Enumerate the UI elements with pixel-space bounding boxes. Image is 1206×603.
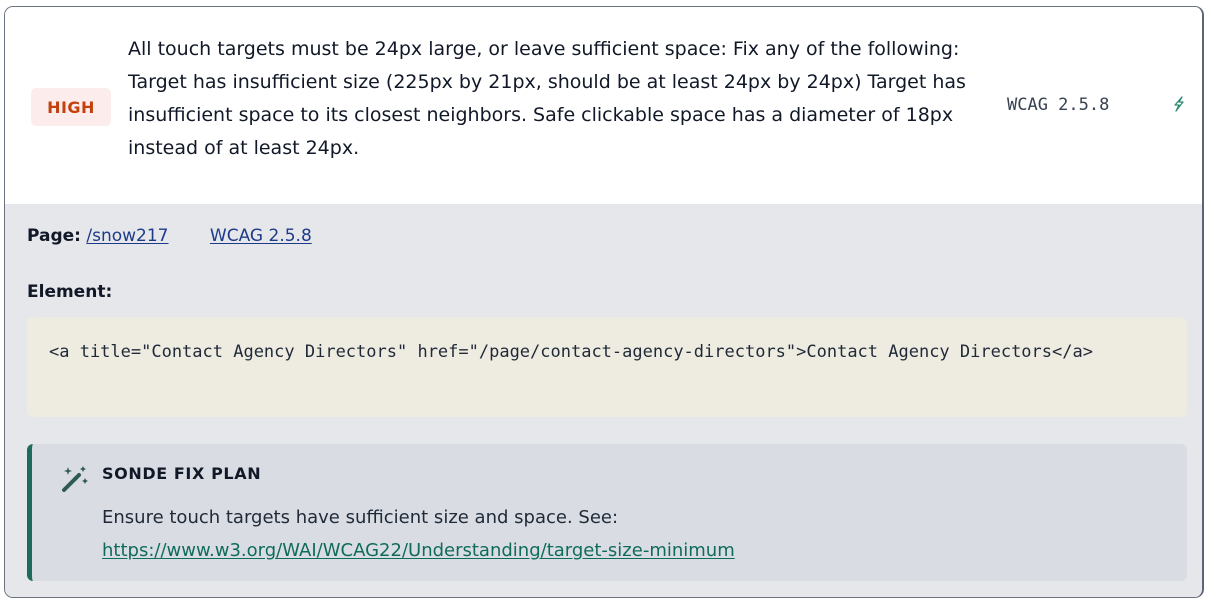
fix-plan-text: Ensure touch targets have sufficient siz… [102, 507, 619, 528]
page-link[interactable]: /snow217 [86, 226, 168, 246]
issue-details: Page: /snow217 WCAG 2.5.8 Element: <a ti… [5, 204, 1202, 597]
wcag-link[interactable]: WCAG 2.5.8 [210, 226, 312, 246]
fix-plan-body: Ensure touch targets have sufficient siz… [102, 501, 1162, 567]
magic-wand-icon [62, 466, 88, 492]
element-label: Element: [27, 282, 113, 302]
issue-card: HIGH All touch targets must be 24px larg… [4, 6, 1204, 598]
wcag-reference: WCAG 2.5.8 [1007, 95, 1110, 115]
lightning-icon[interactable] [1169, 94, 1189, 114]
page-label: Page: [27, 226, 81, 246]
fix-plan-title: SONDE FIX PLAN [102, 464, 262, 483]
page-row: Page: /snow217 WCAG 2.5.8 [27, 226, 312, 246]
element-code-block: <a title="Contact Agency Directors" href… [27, 317, 1187, 417]
severity-badge: HIGH [31, 88, 111, 126]
fix-plan-panel: SONDE FIX PLAN Ensure touch targets have… [27, 444, 1187, 581]
issue-description: All touch targets must be 24px large, or… [128, 38, 966, 159]
fix-plan-link[interactable]: https://www.w3.org/WAI/WCAG22/Understand… [102, 540, 735, 561]
issue-summary[interactable]: HIGH All touch targets must be 24px larg… [5, 7, 1202, 205]
